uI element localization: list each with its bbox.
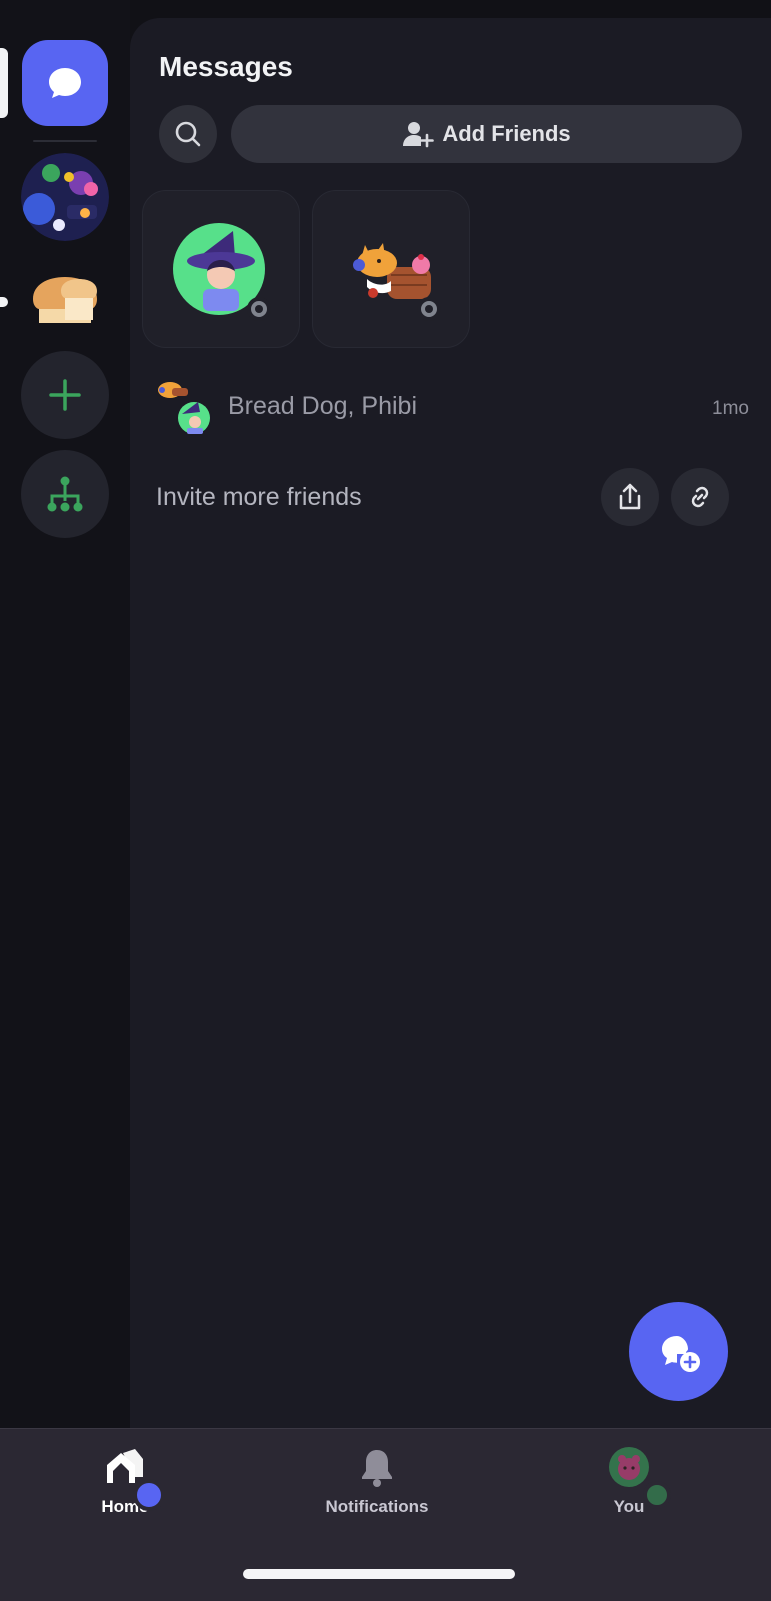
server-icon-artwork[interactable] bbox=[21, 153, 109, 241]
server-rail bbox=[0, 0, 130, 1458]
friend-card-phibi[interactable] bbox=[142, 190, 300, 348]
search-button[interactable] bbox=[159, 105, 217, 163]
add-server-button[interactable] bbox=[21, 351, 109, 439]
group-avatar-icon bbox=[158, 382, 212, 436]
new-message-icon bbox=[661, 1335, 700, 1372]
plus-icon bbox=[49, 379, 81, 411]
tab-home-label: Home bbox=[101, 1497, 149, 1516]
share-invite-button[interactable] bbox=[601, 468, 659, 526]
tab-home[interactable]: Home bbox=[35, 1447, 215, 1517]
server-icon-bread[interactable] bbox=[21, 253, 109, 341]
offline-status-icon bbox=[421, 301, 437, 317]
bell-icon bbox=[362, 1450, 392, 1487]
link-icon bbox=[691, 486, 709, 508]
avatar-bread-dog bbox=[343, 223, 441, 321]
tab-you-label: You bbox=[613, 1497, 645, 1516]
tab-notifications-label: Notifications bbox=[325, 1497, 429, 1516]
dm-timestamp: 1mo bbox=[712, 398, 749, 419]
unread-pill bbox=[0, 297, 8, 307]
invite-label: Invite more friends bbox=[156, 483, 362, 511]
tab-you[interactable]: You bbox=[539, 1447, 719, 1517]
tab-notifications[interactable]: Notifications bbox=[287, 1447, 467, 1517]
search-icon bbox=[175, 121, 201, 147]
new-message-button[interactable] bbox=[629, 1302, 728, 1401]
share-icon bbox=[619, 483, 641, 510]
avatar-phibi bbox=[173, 223, 271, 321]
online-status-icon bbox=[643, 1481, 671, 1509]
messages-panel: Messages Add Friends Bread Dog, Phibi 1m… bbox=[130, 18, 771, 1458]
rail-separator bbox=[33, 140, 97, 142]
home-indicator bbox=[243, 1569, 515, 1579]
add-friends-button[interactable]: Add Friends bbox=[231, 105, 742, 163]
bread-icon bbox=[33, 277, 97, 323]
discover-servers-button[interactable] bbox=[21, 450, 109, 538]
add-friend-icon bbox=[403, 122, 435, 148]
dm-names: Bread Dog, Phibi bbox=[228, 392, 418, 420]
direct-messages-button[interactable] bbox=[22, 40, 108, 126]
status-indicator bbox=[417, 297, 441, 321]
selected-indicator bbox=[0, 48, 8, 118]
home-unread-badge bbox=[133, 1479, 165, 1511]
user-avatar-icon bbox=[609, 1447, 649, 1487]
page-title: Messages bbox=[159, 51, 293, 82]
offline-status-icon bbox=[251, 301, 267, 317]
dm-row-group[interactable]: Bread Dog, Phibi 1mo bbox=[154, 378, 749, 438]
hierarchy-icon bbox=[47, 476, 83, 512]
copy-invite-link-button[interactable] bbox=[671, 468, 729, 526]
chat-bubble-icon bbox=[49, 68, 81, 98]
server-artwork-icon bbox=[21, 153, 109, 241]
friend-card-bread-dog[interactable] bbox=[312, 190, 470, 348]
status-indicator bbox=[247, 297, 271, 321]
add-friends-label: Add Friends bbox=[442, 121, 571, 146]
